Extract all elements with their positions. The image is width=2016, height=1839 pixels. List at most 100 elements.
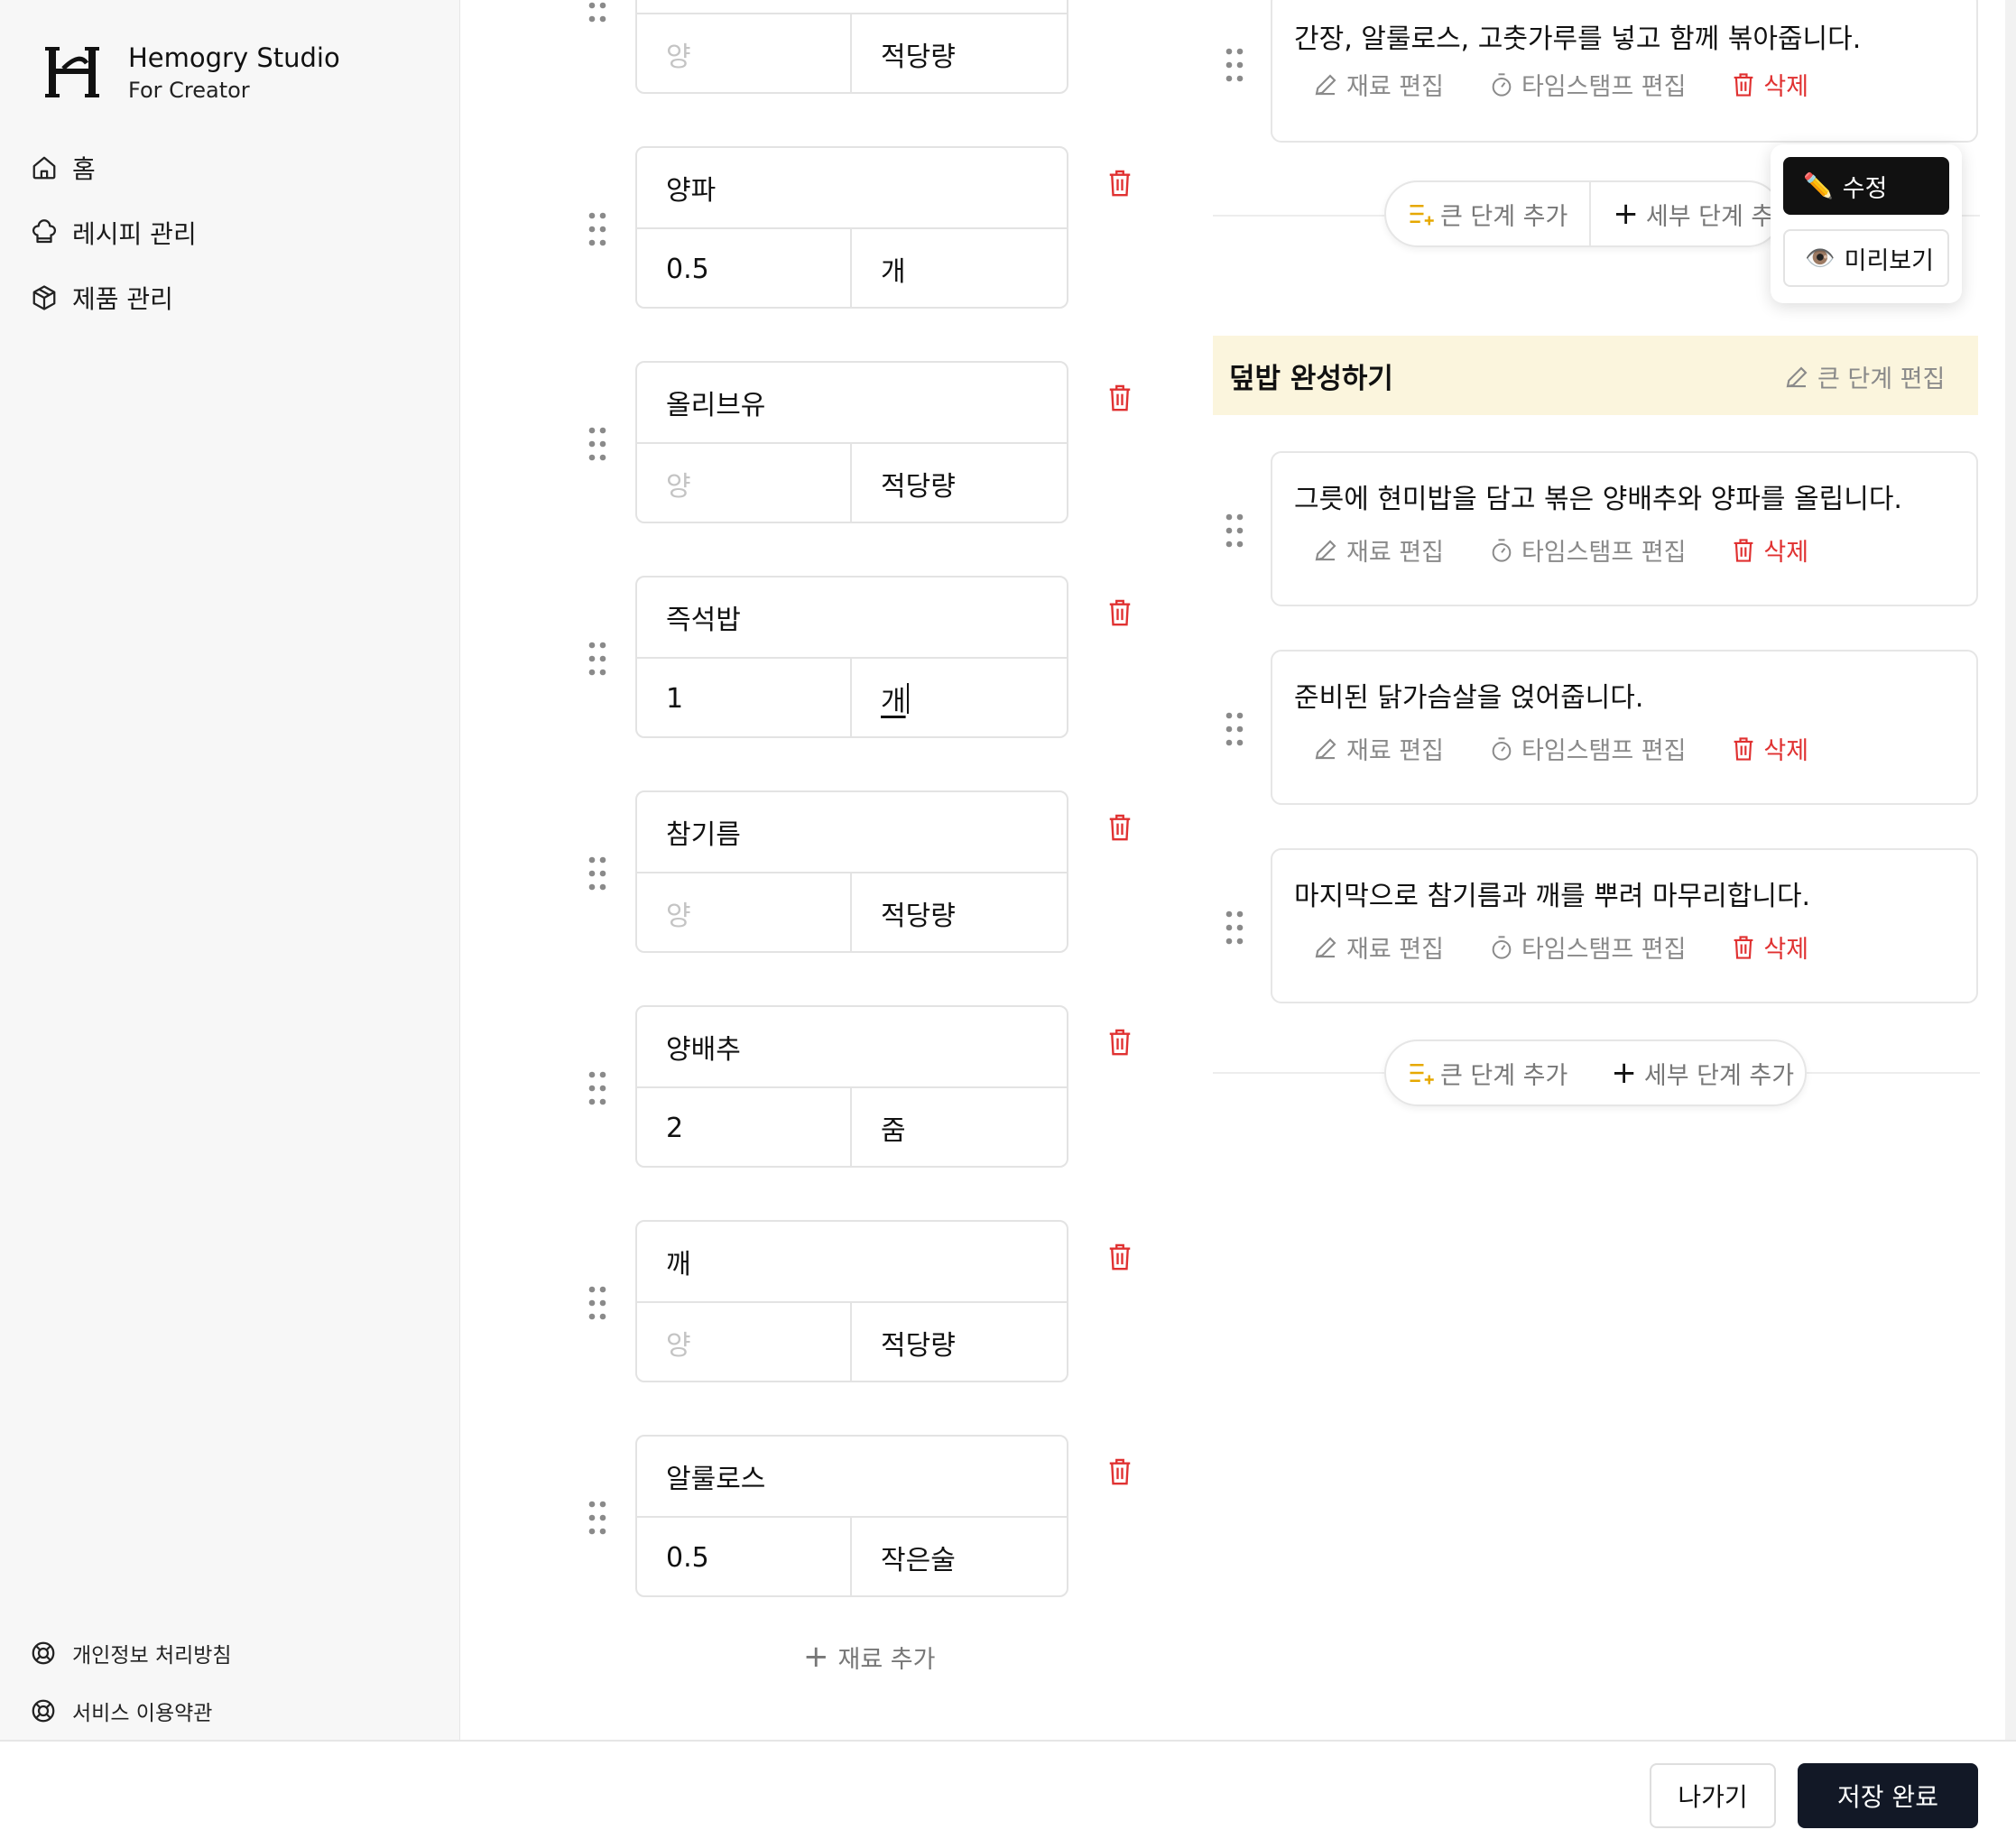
edit-timestamp-button[interactable]: 타임스탬프 편집 bbox=[1489, 731, 1686, 766]
trash-icon[interactable] bbox=[1106, 597, 1133, 628]
add-sub-step-button[interactable]: + 세부 단계 추가 bbox=[1589, 1041, 1816, 1104]
brand[interactable]: Hemogry Studio For Creator bbox=[40, 40, 340, 105]
terms-of-service-label: 서비스 이용약관 bbox=[72, 1702, 213, 1725]
pencil-icon: ✏️ bbox=[1803, 172, 1834, 200]
edit-ingredients-button[interactable]: 재료 편집 bbox=[1312, 731, 1444, 766]
trash-icon[interactable] bbox=[1106, 383, 1133, 413]
ingredient-name-input[interactable]: 깨 bbox=[637, 1222, 1067, 1303]
ingredient-name-input[interactable]: 즉석밥 bbox=[637, 578, 1067, 659]
ingredient-qty-input[interactable]: 양 bbox=[637, 444, 852, 522]
drag-handle-icon[interactable] bbox=[588, 1500, 606, 1536]
ingredient-unit-input[interactable]: 줌 bbox=[852, 1088, 1067, 1166]
drag-handle-icon[interactable] bbox=[588, 0, 606, 23]
edit-timestamp-button[interactable]: 타임스탬프 편집 bbox=[1489, 532, 1686, 568]
trash-icon[interactable] bbox=[1106, 1242, 1133, 1272]
trash-icon[interactable] bbox=[1106, 1456, 1133, 1487]
sidebar-item-home[interactable]: 홈 bbox=[29, 135, 197, 200]
ingredient-qty-input[interactable]: 1 bbox=[637, 659, 852, 736]
ingredient-unit-input[interactable]: 개 bbox=[852, 659, 1067, 736]
drag-handle-icon[interactable] bbox=[588, 1070, 606, 1106]
ingredient-unit-input[interactable]: 적당량 bbox=[852, 873, 1067, 951]
sub-step-card[interactable]: 마지막으로 참기름과 깨를 뿌려 마무리합니다. 재료 편집 타임스탬프 편집 삭제 bbox=[1271, 848, 1978, 1003]
add-big-step-button[interactable]: 큰 단계 추가 bbox=[1386, 182, 1589, 245]
ingredient-row: 양배추 2 줌 bbox=[578, 1005, 1146, 1168]
trash-icon bbox=[1734, 935, 1753, 959]
ingredient-name-input[interactable]: 양파 bbox=[637, 148, 1067, 229]
edit-ingredients-label: 재료 편집 bbox=[1346, 936, 1444, 964]
edit-timestamp-button[interactable]: 타임스탬프 편집 bbox=[1489, 67, 1686, 102]
edit-ingredients-button[interactable]: 재료 편집 bbox=[1312, 532, 1444, 568]
drag-handle-icon[interactable] bbox=[1225, 47, 1244, 83]
add-list-icon bbox=[1410, 205, 1434, 226]
delete-step-button[interactable]: 삭제 bbox=[1731, 532, 1808, 568]
save-complete-button[interactable]: 저장 완료 bbox=[1798, 1763, 1978, 1828]
edit-ingredients-button[interactable]: 재료 편집 bbox=[1312, 67, 1444, 102]
drag-handle-icon[interactable] bbox=[1225, 910, 1244, 946]
ingredient-name-input[interactable] bbox=[637, 0, 1067, 14]
add-ingredient-button[interactable]: + 재료 추가 bbox=[803, 1639, 935, 1675]
delete-label: 삭제 bbox=[1763, 936, 1809, 964]
edit-timestamp-button[interactable]: 타임스탬프 편집 bbox=[1489, 929, 1686, 965]
trash-icon bbox=[1734, 538, 1753, 562]
ingredient-name-input[interactable]: 양배추 bbox=[637, 1007, 1067, 1088]
ingredient-qty-input[interactable]: 0.5 bbox=[637, 1518, 852, 1595]
plus-icon: + bbox=[1611, 1055, 1637, 1091]
exit-button[interactable]: 나가기 bbox=[1650, 1763, 1776, 1828]
delete-step-button[interactable]: 삭제 bbox=[1731, 929, 1808, 965]
pencil-icon bbox=[1786, 365, 1808, 387]
sub-step-card[interactable]: 그릇에 현미밥을 담고 볶은 양배추와 양파를 올립니다. 재료 편집 타임스탬프 … bbox=[1271, 451, 1978, 606]
ingredient-name-input[interactable]: 알룰로스 bbox=[637, 1437, 1067, 1518]
ingredient-card: 깨 양 적당량 bbox=[635, 1220, 1068, 1382]
trash-icon[interactable] bbox=[1106, 1027, 1133, 1058]
trash-icon[interactable] bbox=[1106, 812, 1133, 843]
edit-timestamp-label: 타임스탬프 편집 bbox=[1521, 539, 1687, 567]
stopwatch-icon bbox=[1492, 72, 1512, 97]
terms-of-service-link[interactable]: 서비스 이용약관 bbox=[29, 1682, 232, 1740]
edit-mode-button[interactable]: ✏️ 수정 bbox=[1783, 157, 1949, 215]
ingredient-row: 즉석밥 1 개 bbox=[578, 576, 1146, 738]
drag-handle-icon[interactable] bbox=[588, 211, 606, 247]
add-sub-step-button[interactable]: + 세부 단계 추가 bbox=[1591, 182, 1780, 245]
privacy-policy-label: 개인정보 처리방침 bbox=[72, 1644, 232, 1668]
ingredient-unit-input[interactable]: 적당량 bbox=[852, 444, 1067, 522]
sub-step-card[interactable]: 준비된 닭가슴살을 얹어줍니다. 재료 편집 타임스탬프 편집 삭제 bbox=[1271, 650, 1978, 805]
ingredient-unit-input[interactable]: 개 bbox=[852, 229, 1067, 307]
ingredient-unit-input[interactable]: 적당량 bbox=[852, 14, 1067, 92]
drag-handle-icon[interactable] bbox=[588, 426, 606, 462]
add-list-icon bbox=[1410, 1064, 1434, 1085]
edit-big-step-button[interactable]: 큰 단계 편집 bbox=[1783, 359, 1945, 394]
ingredient-qty-input[interactable]: 양 bbox=[637, 873, 852, 951]
edit-ingredients-button[interactable]: 재료 편집 bbox=[1312, 929, 1444, 965]
sidebar-item-products[interactable]: 제품 관리 bbox=[29, 265, 197, 330]
ingredient-qty-input[interactable]: 양 bbox=[637, 1303, 852, 1381]
trash-icon[interactable] bbox=[1106, 168, 1133, 199]
ingredient-card: 즉석밥 1 개 bbox=[635, 576, 1068, 738]
ingredient-name-input[interactable]: 참기름 bbox=[637, 792, 1067, 873]
delete-step-button[interactable]: 삭제 bbox=[1731, 731, 1808, 766]
drag-handle-icon[interactable] bbox=[1225, 513, 1244, 549]
delete-step-button[interactable]: 삭제 bbox=[1731, 67, 1808, 102]
sidebar-item-label: 레시피 관리 bbox=[72, 219, 197, 249]
drag-handle-icon[interactable] bbox=[588, 641, 606, 677]
chef-hat-icon bbox=[29, 217, 60, 248]
add-big-step-button[interactable]: 큰 단계 추가 bbox=[1386, 1041, 1589, 1104]
ingredient-qty-input[interactable]: 양 bbox=[637, 14, 852, 92]
ingredient-name-input[interactable]: 올리브유 bbox=[637, 363, 1067, 444]
drag-handle-icon[interactable] bbox=[1225, 711, 1244, 747]
ingredient-qty-input[interactable]: 2 bbox=[637, 1088, 852, 1166]
preview-mode-button[interactable]: 👁️ 미리보기 bbox=[1783, 229, 1949, 287]
sub-step-card[interactable]: 간장, 알룰로스, 고춧가루를 넣고 함께 볶아줍니다. 재료 편집 타임스탬프… bbox=[1271, 0, 1978, 143]
ingredient-qty-input[interactable]: 0.5 bbox=[637, 229, 852, 307]
drag-handle-icon[interactable] bbox=[588, 855, 606, 892]
ingredient-row: 참기름 양 적당량 bbox=[578, 790, 1146, 953]
scrollbar[interactable] bbox=[2005, 0, 2016, 1740]
drag-handle-icon[interactable] bbox=[588, 1285, 606, 1321]
ingredient-row: 알룰로스 0.5 작은술 bbox=[578, 1435, 1146, 1597]
pencil-icon bbox=[1315, 936, 1336, 957]
ingredient-unit-input[interactable]: 작은술 bbox=[852, 1518, 1067, 1595]
step-text: 준비된 닭가슴살을 얹어줍니다. bbox=[1294, 682, 1644, 714]
privacy-policy-link[interactable]: 개인정보 처리방침 bbox=[29, 1624, 232, 1682]
ingredient-unit-input[interactable]: 적당량 bbox=[852, 1303, 1067, 1381]
sidebar-item-recipes[interactable]: 레시피 관리 bbox=[29, 200, 197, 265]
mode-switch-popup: ✏️ 수정 👁️ 미리보기 bbox=[1771, 144, 1962, 303]
